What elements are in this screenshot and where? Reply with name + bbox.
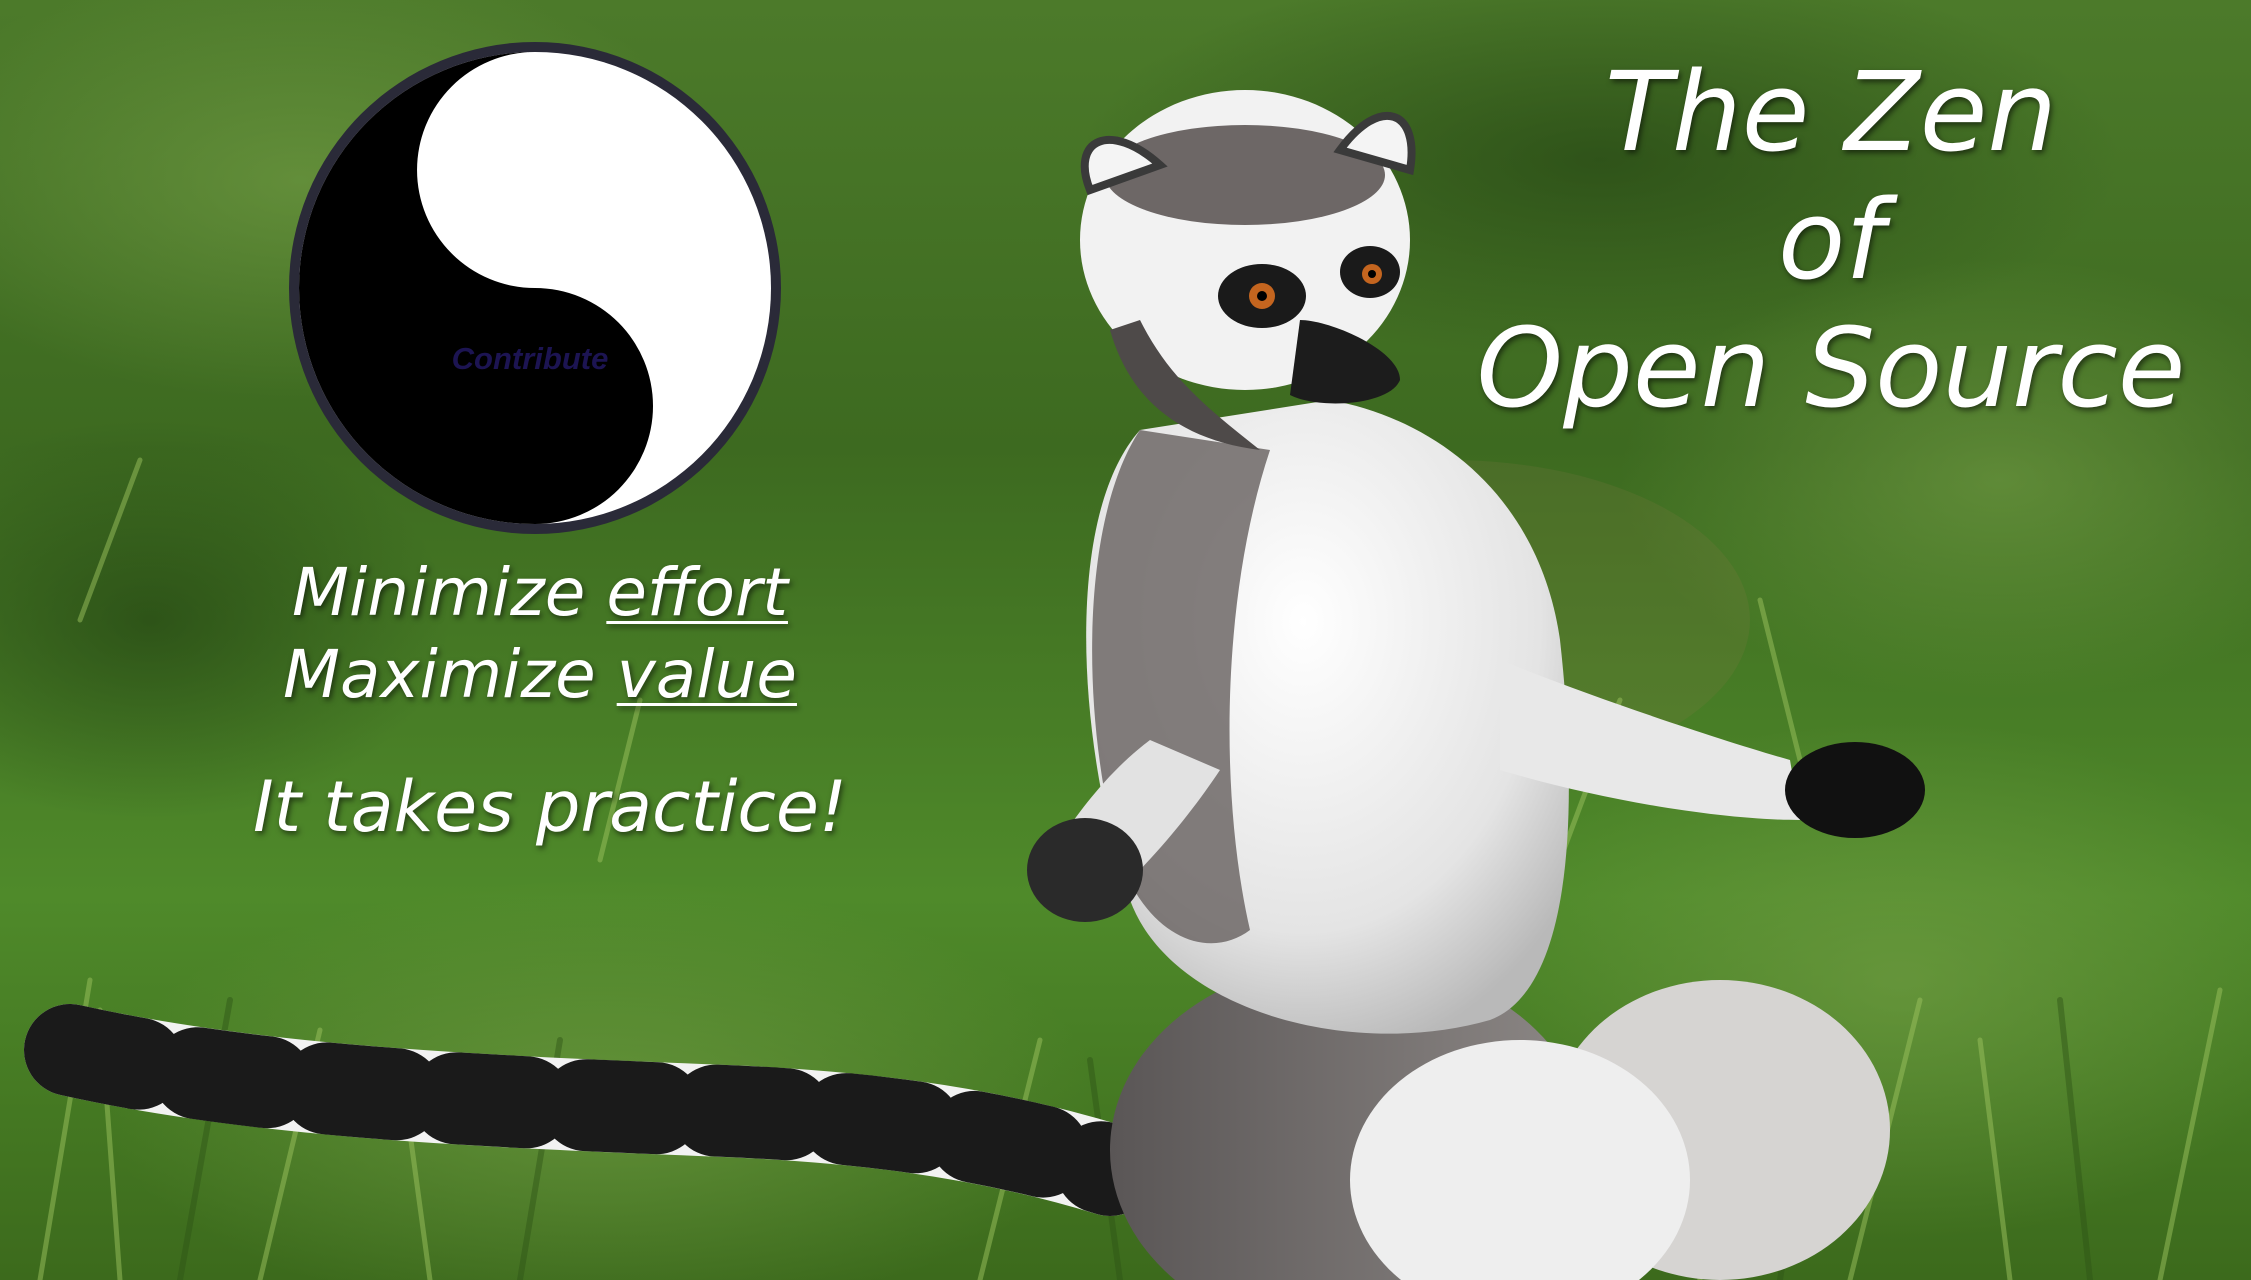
yin-dot [505,133,555,183]
consume-label: Consume [457,91,598,126]
slide: Consume Contribute The Zen of Open Sourc… [0,0,2251,1280]
taglines: Minimize effort Maximize value [220,552,860,716]
title-line-3: Open Source [1476,304,2186,432]
slide-title: The Zen of Open Source [1451,48,2211,432]
tagline-maximize: Maximize value [220,634,860,716]
yin-yang-icon: Consume Contribute [289,42,781,534]
tagline-minimize-prefix: Minimize [292,554,607,631]
contribute-label: Contribute [452,341,609,376]
tagline-minimize-emphasis: effort [606,554,788,631]
tagline-maximize-emphasis: value [616,636,797,713]
tagline-minimize: Minimize effort [220,552,860,634]
yang-dot [505,383,555,433]
tagline-maximize-prefix: Maximize [283,636,617,713]
closing-text: It takes practice! [252,766,848,848]
title-line-2: of [1777,176,1885,304]
title-line-1: The Zen [1604,48,2058,176]
